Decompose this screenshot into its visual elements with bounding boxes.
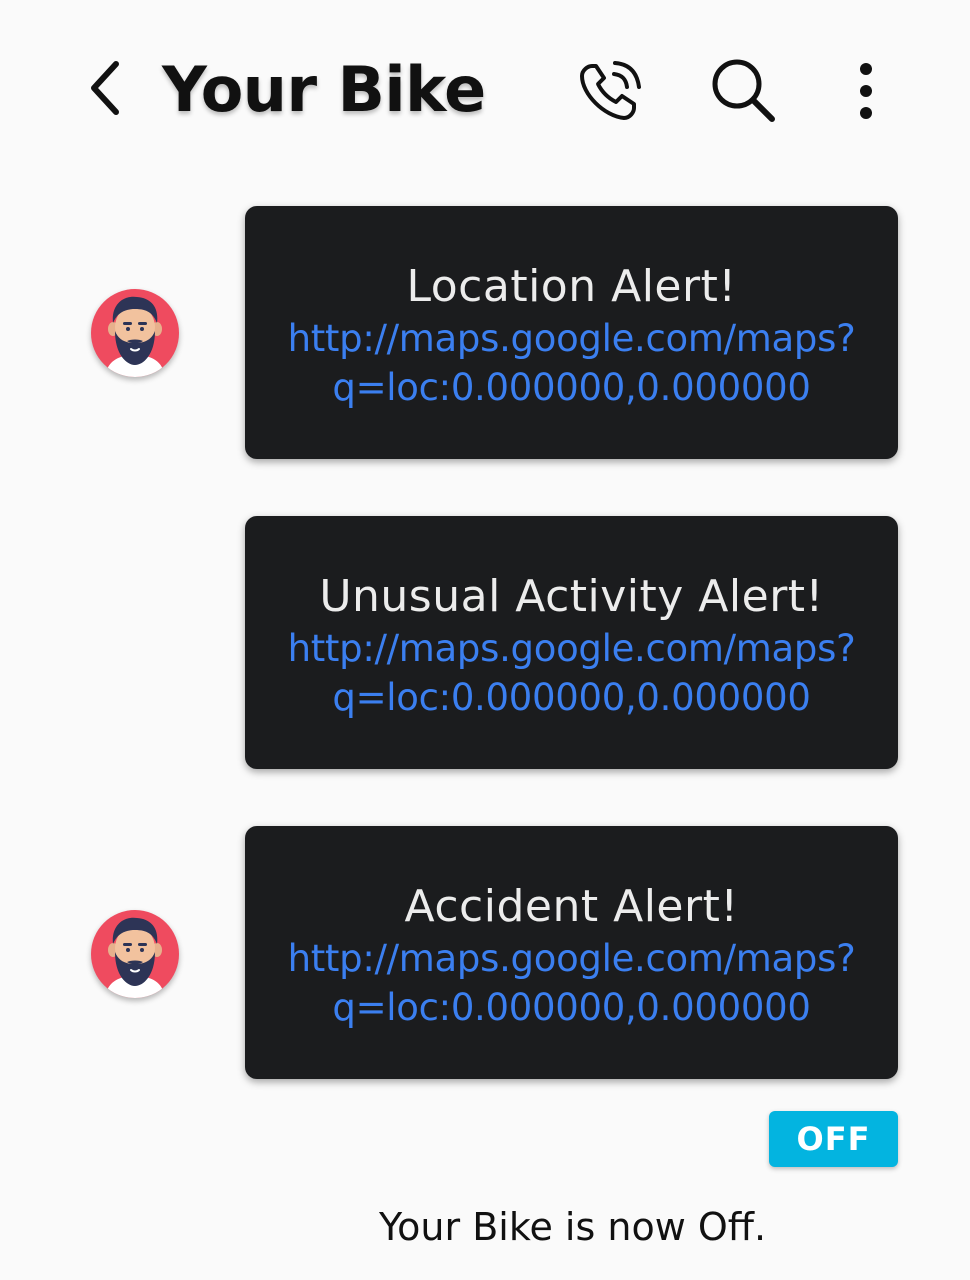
status-message: Your Bike is now Off. <box>379 1205 767 1249</box>
location-alert-message: Location Alert! http://maps.google.com/m… <box>245 206 898 459</box>
map-link[interactable]: http://maps.google.com/maps? q=loc:0.000… <box>245 934 898 1032</box>
off-status-chip[interactable]: OFF <box>769 1111 898 1167</box>
app-header: Your Bike <box>0 0 970 180</box>
accident-alert-message: Accident Alert! http://maps.google.com/m… <box>245 826 898 1079</box>
map-link[interactable]: http://maps.google.com/maps? q=loc:0.000… <box>245 624 898 722</box>
search-button[interactable] <box>704 52 780 128</box>
message-title: Location Alert! <box>406 261 737 312</box>
search-icon <box>712 59 775 122</box>
message-title: Unusual Activity Alert! <box>319 571 824 622</box>
unusual-activity-alert-message: Unusual Activity Alert! http://maps.goog… <box>245 516 898 769</box>
back-button[interactable] <box>74 56 134 120</box>
avatar <box>91 910 179 998</box>
message-title: Accident Alert! <box>404 881 739 932</box>
call-button[interactable] <box>572 52 648 128</box>
bearded-man-icon <box>105 917 165 998</box>
phone-call-icon <box>580 61 641 120</box>
more-vertical-icon <box>860 63 872 119</box>
page-title: Your Bike <box>162 53 486 126</box>
bearded-man-icon <box>105 296 165 377</box>
more-options-button[interactable] <box>828 52 904 128</box>
map-link[interactable]: http://maps.google.com/maps? q=loc:0.000… <box>245 314 898 412</box>
avatar <box>91 289 179 377</box>
chevron-left-icon <box>91 61 119 115</box>
